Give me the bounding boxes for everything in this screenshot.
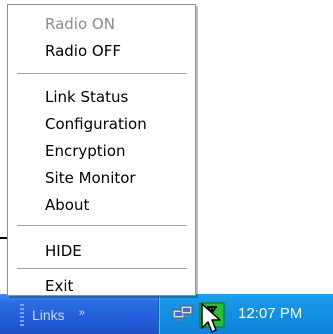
taskbar-clock[interactable]: 12:07 PM: [238, 294, 302, 334]
menu-item-link-status[interactable]: Link Status: [45, 88, 128, 106]
menu-separator: [17, 268, 187, 269]
chevron-icon[interactable]: »: [79, 307, 85, 319]
menu-item-site-monitor[interactable]: Site Monitor: [45, 169, 136, 187]
links-label[interactable]: Links: [32, 307, 65, 323]
links-toolbar[interactable]: Links »: [20, 296, 85, 334]
menu-item-encryption[interactable]: Encryption: [45, 142, 126, 160]
mouse-cursor-icon: [201, 303, 221, 333]
menu-item-about[interactable]: About: [45, 196, 89, 214]
menu-item-configuration[interactable]: Configuration: [45, 115, 147, 133]
context-menu: Radio ON Radio OFF Link Status Configura…: [7, 4, 196, 296]
menu-item-radio-on: Radio ON: [45, 15, 115, 33]
network-computers-icon[interactable]: [172, 304, 194, 324]
menu-item-radio-off[interactable]: Radio OFF: [45, 42, 121, 60]
pointer-line: [0, 237, 7, 239]
menu-item-exit[interactable]: Exit: [45, 277, 73, 295]
menu-item-hide[interactable]: HIDE: [45, 242, 82, 260]
menu-separator: [17, 73, 187, 74]
toolbar-grip[interactable]: [20, 304, 24, 326]
menu-separator: [17, 225, 187, 226]
